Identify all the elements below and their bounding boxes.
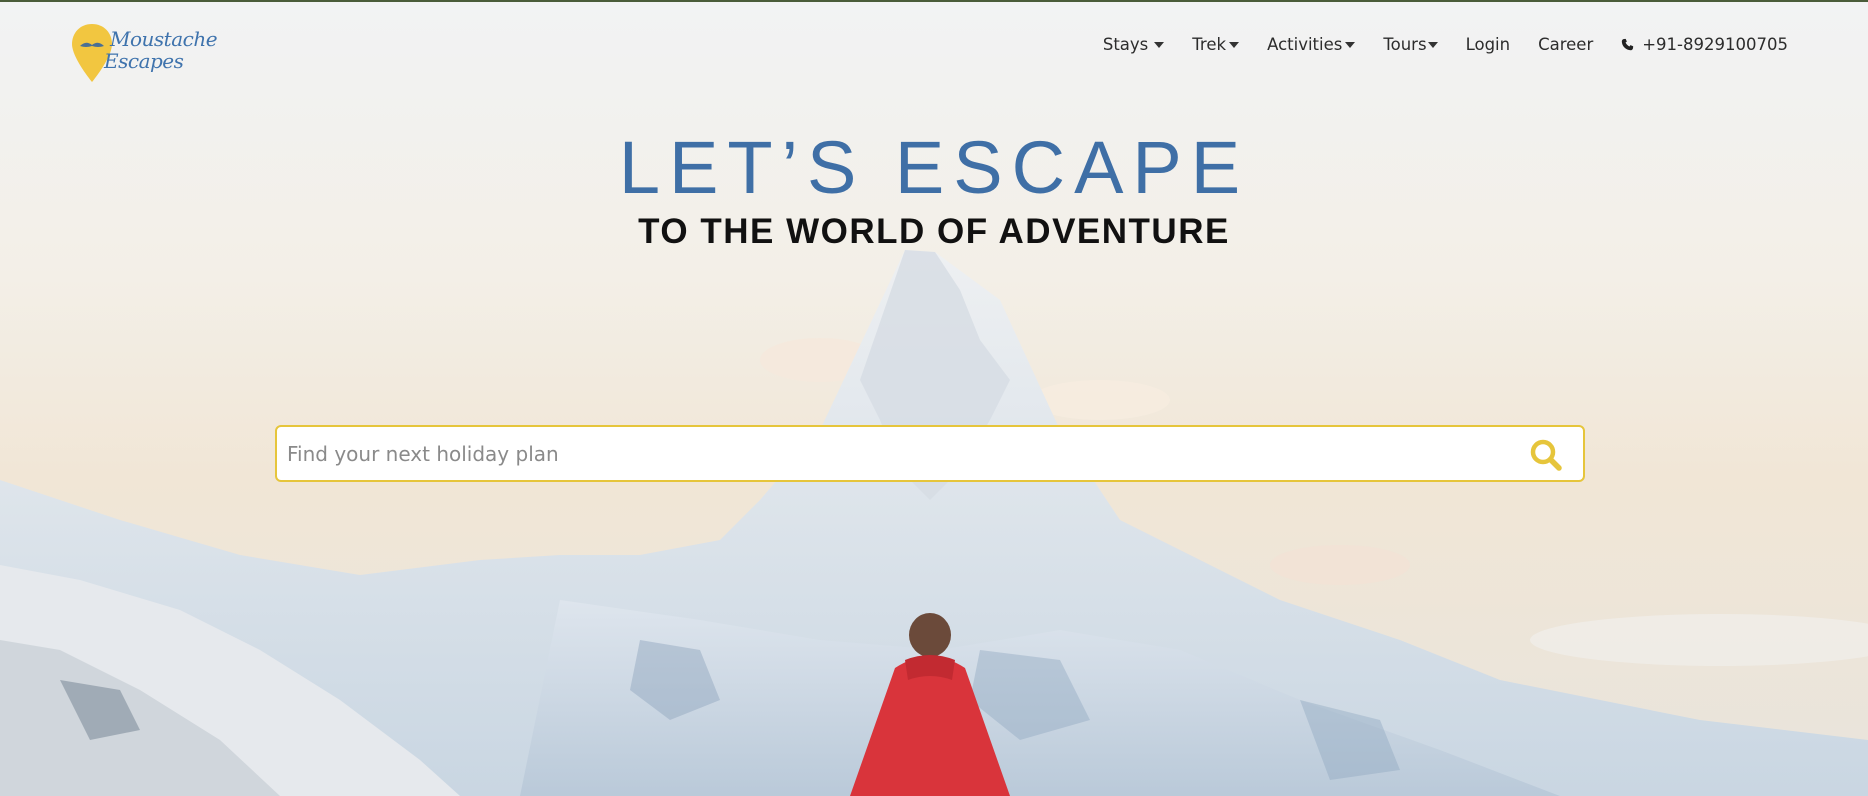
hero-background xyxy=(0,0,1868,796)
nav-item-trek[interactable]: Trek xyxy=(1192,34,1240,54)
brand-name: Moustache Escapes xyxy=(104,27,218,72)
navbar: Moustache Escapes Stays Trek Activities … xyxy=(0,0,1868,90)
caret-down-icon xyxy=(1229,41,1240,48)
search-input[interactable] xyxy=(287,427,1487,480)
nav-item-activities[interactable]: Activities xyxy=(1267,34,1356,54)
phone-link[interactable]: +91-8929100705 xyxy=(1621,35,1788,54)
nav-item-login[interactable]: Login xyxy=(1466,35,1511,54)
nav-item-label: Stays xyxy=(1102,34,1149,54)
hero-headline: LET’S ESCAPE xyxy=(618,126,1250,209)
brand-name-line2: Escapes xyxy=(104,49,184,73)
nav-item-tours[interactable]: Tours xyxy=(1383,34,1438,54)
nav-item-label: Tours xyxy=(1383,34,1427,54)
caret-down-icon xyxy=(1427,41,1438,48)
search-bar xyxy=(275,425,1585,482)
nav-item-label: Trek xyxy=(1192,34,1227,54)
nav-item-stays[interactable]: Stays xyxy=(1102,34,1165,54)
nav-item-label: Login xyxy=(1465,34,1511,54)
mountain-landscape-image xyxy=(0,0,1868,796)
hero-headline-block: LET’S ESCAPE TO THE WORLD OF ADVENTURE xyxy=(0,128,1868,254)
phone-number: +91-8929100705 xyxy=(1642,34,1788,54)
nav-item-label: Activities xyxy=(1267,34,1343,54)
caret-down-icon xyxy=(1154,41,1165,48)
nav-item-label: Career xyxy=(1538,34,1594,54)
phone-icon xyxy=(1622,38,1634,50)
main-nav: Stays Trek Activities Tours Login Career… xyxy=(1075,32,1788,56)
search-icon[interactable] xyxy=(1529,438,1563,472)
nav-item-career[interactable]: Career xyxy=(1538,35,1593,54)
caret-down-icon xyxy=(1345,41,1356,48)
logo[interactable]: Moustache Escapes xyxy=(72,22,218,86)
hero-subheadline: TO THE WORLD OF ADVENTURE xyxy=(638,212,1230,251)
brand-name-line1: Moustache xyxy=(110,27,218,51)
